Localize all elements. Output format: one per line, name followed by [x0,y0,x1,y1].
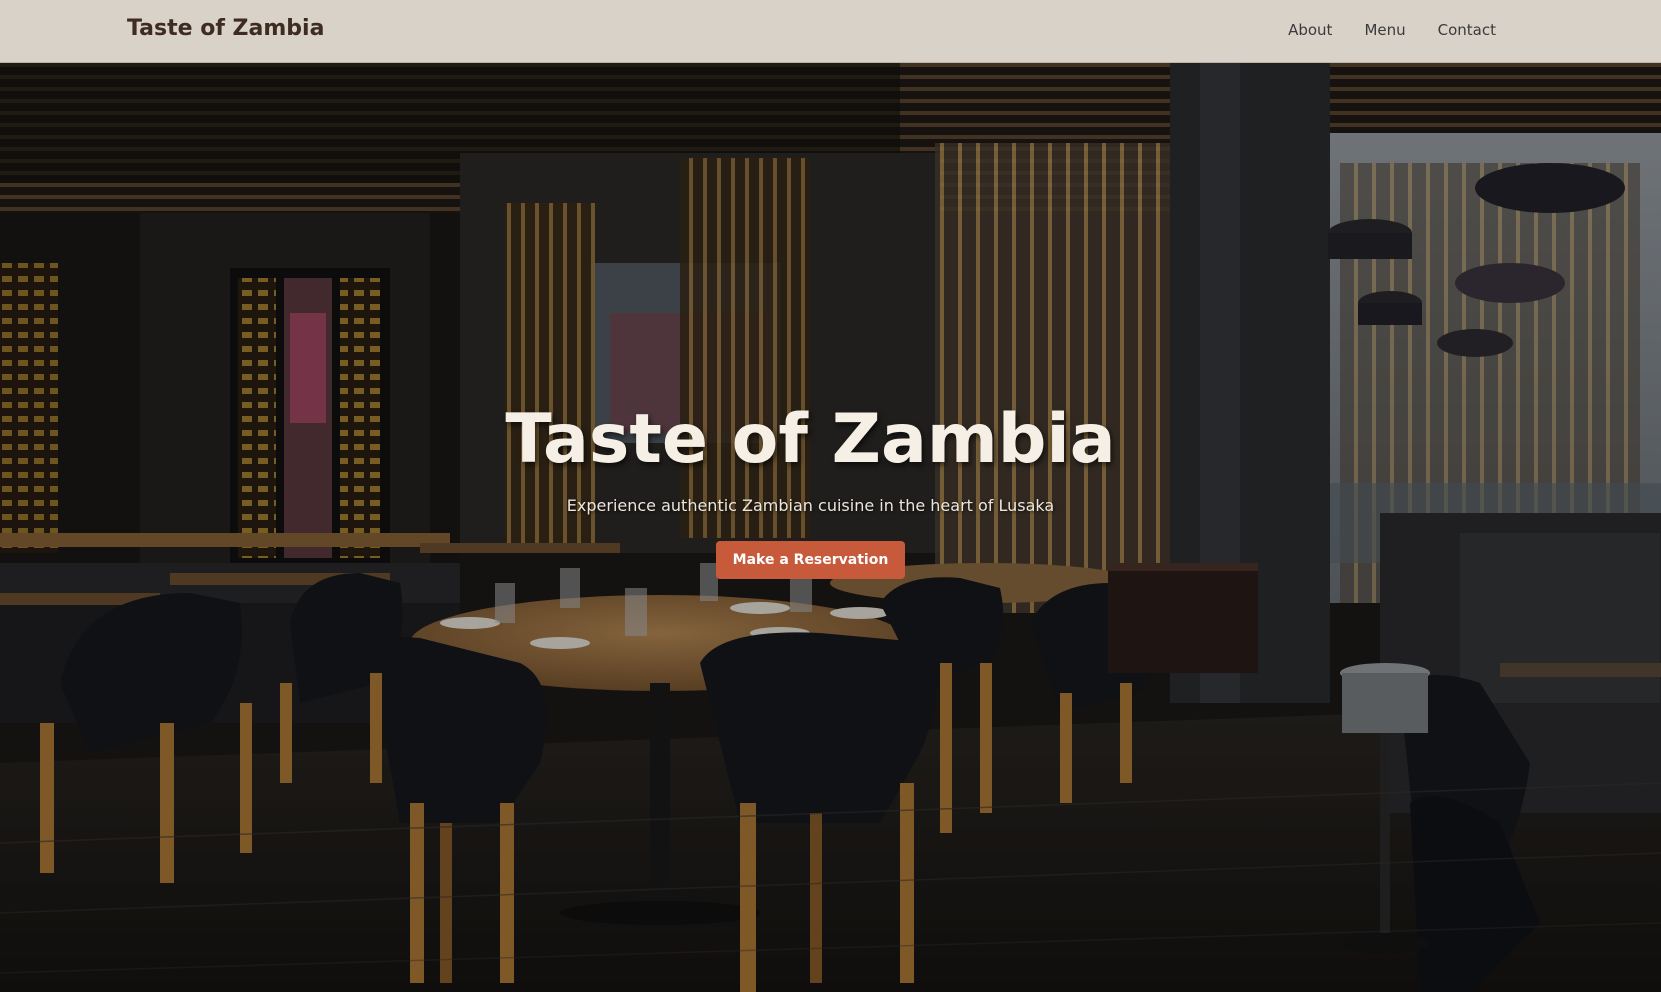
hero-section: Taste of Zambia Experience authentic Zam… [0,63,1661,992]
nav-link-about[interactable]: About [1288,21,1332,39]
nav-links: About Menu Contact [1288,21,1496,39]
hero-title: Taste of Zambia [505,400,1116,479]
nav-link-menu[interactable]: Menu [1364,21,1405,39]
navbar: Taste of Zambia About Menu Contact [0,0,1661,63]
make-reservation-button[interactable]: Make a Reservation [715,540,906,579]
nav-link-contact[interactable]: Contact [1438,21,1496,39]
hero-content: Taste of Zambia Experience authentic Zam… [0,400,1621,579]
hero-subtitle: Experience authentic Zambian cuisine in … [566,495,1055,515]
brand-logo-link[interactable]: Taste of Zambia [127,16,324,41]
